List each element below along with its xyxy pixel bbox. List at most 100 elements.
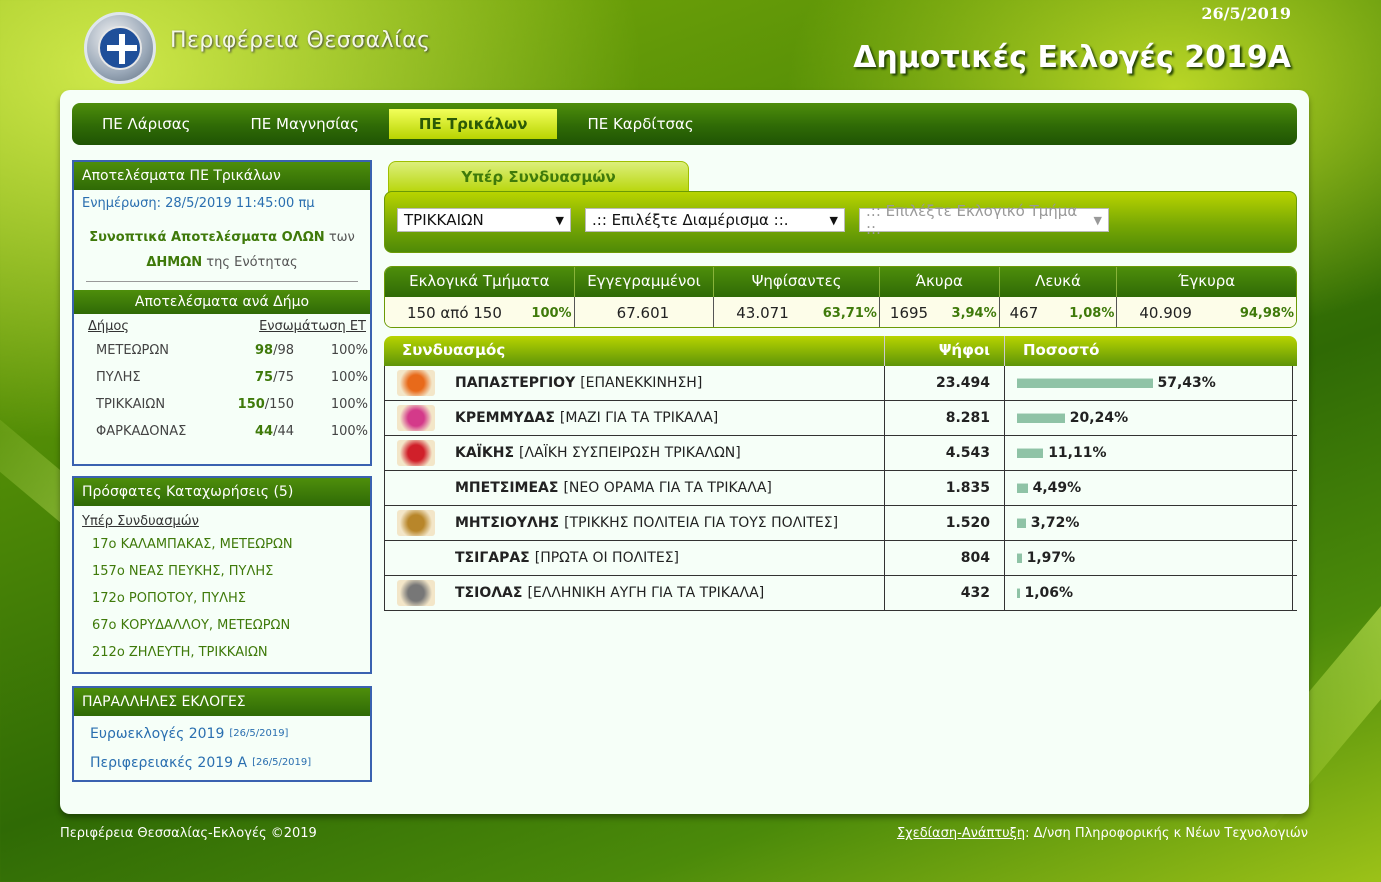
chevron-down-icon: ▼ [829, 213, 838, 227]
results-table: Συνδυασμός Ψήφοι Ποσοστό ΠΑΠΑΣΤΕΡΓΙΟΥ [Ε… [384, 336, 1297, 611]
candidate-party: [ΕΛΛΗΝΙΚΗ ΑΥΓΗ ΓΙΑ ΤΑ ΤΡΙΚΑΛΑ] [527, 585, 765, 601]
stats-cell: 1695 3,94% [880, 297, 1000, 327]
recent-entries-title: Πρόσφατες Καταχωρήσεις (5) [74, 478, 370, 506]
candidate-votes: 804 [885, 541, 1005, 575]
stats-value: 67.601 [616, 304, 670, 322]
district-select[interactable]: .:: Επιλέξτε Διαμέρισμα ::. ▼ [585, 208, 845, 232]
candidate-pct-cell: 20,24% [1005, 401, 1293, 435]
count-total: /98 [273, 343, 294, 358]
result-row[interactable]: ΤΣΙΓΑΡΑΣ [ΠΡΩΤΑ ΟΙ ΠΟΛΙΤΕΣ] 804 1,97% [384, 541, 1297, 576]
region-nav: ΠΕ Λάρισας ΠΕ Μαγνησίας ΠΕ Τρικάλων ΠΕ Κ… [72, 103, 1297, 145]
stats-cell: 467 1,08% [1000, 297, 1118, 327]
municipality-count: 98/98 [214, 343, 294, 358]
municipality-pct: 100% [330, 397, 368, 412]
candidate-surname: ΜΠΕΤΣΙΜΕΑΣ [455, 480, 559, 496]
municipality-list: ΜΕΤΕΩΡΩΝ 98/98 100% ΠΥΛΗΣ 75/75 100% ΤΡΙΚΚ… [74, 334, 370, 442]
footer-design-link[interactable]: Σχεδίαση-Ανάπτυξη [897, 826, 1025, 841]
candidate-pct-cell: 57,43% [1005, 366, 1293, 400]
station-select-value: .:: Επιλέξτε Εκλογικό Τμήμα ::. [866, 202, 1078, 238]
summary-bold-1: Συνοπτικά Αποτελέσματα ΟΛΩΝ [89, 230, 325, 245]
candidate-party: [ΜΑΖΙ ΓΙΑ ΤΑ ΤΡΙΚΑΛΑ] [559, 410, 719, 426]
tab-trikala[interactable]: ΠΕ Τρικάλων [388, 109, 558, 139]
result-row[interactable]: ΤΣΙΟΛΑΣ [ΕΛΛΗΝΙΚΗ ΑΥΓΗ ΓΙΑ ΤΑ ΤΡΙΚΑΛΑ] 4… [384, 576, 1297, 611]
municipality-row[interactable]: ΦΑΡΚΑΔΟΝΑΣ 44/44 100% [74, 415, 370, 442]
parallel-election-label: Περιφερειακές 2019 Α [90, 754, 248, 771]
parallel-elections-box: ΠΑΡΑΛΛΗΛΕΣ ΕΚΛΟΓΕΣ Ευρωεκλογές 2019 [26/5… [72, 686, 372, 782]
result-row[interactable]: ΚΑΪΚΗΣ [ΛΑΪΚΗ ΣΥΣΠΕΙΡΩΣΗ ΤΡΙΚΑΛΩΝ] 4.543… [384, 436, 1297, 471]
tab-magnisia[interactable]: ΠΕ Μαγνησίας [250, 107, 358, 141]
stats-pct: 3,94% [951, 305, 997, 321]
recent-entry[interactable]: 172ο ΡΟΠΟΤΟΥ, ΠΥΛΗΣ [74, 585, 370, 612]
stats-value-row: 150 από 150 100% 67.601 43.071 63,71% 1695 3,9… [385, 297, 1296, 327]
chevron-down-icon: ▼ [555, 213, 564, 227]
tab-larisa[interactable]: ΠΕ Λάρισας [102, 107, 190, 141]
header-date: 26/5/2019 [1201, 4, 1291, 23]
region-logo[interactable] [84, 12, 156, 84]
colorful-logo-icon [397, 405, 435, 431]
parallel-elections-list: Ευρωεκλογές 2019 [26/5/2019] Περιφερειακές… [74, 716, 370, 777]
red-logo-icon [397, 440, 435, 466]
parallel-election-link[interactable]: Ευρωεκλογές 2019 [26/5/2019] [74, 719, 370, 748]
municipality-pct: 100% [330, 343, 368, 358]
cross-emblem-icon [98, 26, 142, 70]
candidate-votes: 1.835 [885, 471, 1005, 505]
stats-cell: 150 από 150 100% [385, 297, 575, 327]
results-header-row: Συνδυασμός Ψήφοι Ποσοστό [384, 336, 1297, 366]
percentage-bar [1017, 588, 1020, 598]
result-row[interactable]: ΠΑΠΑΣΤΕΡΓΙΟΥ [ΕΠΑΝΕΚΚΙΝΗΣΗ] 23.494 57,43… [384, 366, 1297, 401]
tab-combinations[interactable]: Υπέρ Συνδυασμών [388, 161, 689, 195]
stats-header-row: Εκλογικά Τμήματα Εγγεγραμμένοι Ψηφίσαντες Ά… [385, 267, 1296, 297]
result-row[interactable]: ΜΗΤΣΙΟΥΛΗΣ [ΤΡΙΚΚΗΣ ΠΟΛΙΤΕΙΑ ΓΙΑ ΤΟΥΣ ΠΟ… [384, 506, 1297, 541]
municipality-select-value: ΤΡΙΚΚΑΙΩΝ [404, 211, 484, 229]
col-municipality[interactable]: Δήμος [88, 319, 129, 334]
percentage-bar [1017, 378, 1153, 388]
candidate-votes: 432 [885, 576, 1005, 610]
candidate-votes: 4.543 [885, 436, 1005, 470]
update-time: Ενημέρωση: 28/5/2019 11:45:00 πμ [82, 196, 315, 211]
percentage-bar [1017, 448, 1044, 458]
col-combination: Συνδυασμός [384, 336, 885, 366]
col-incorporation[interactable]: Ενσωμάτωση ΕΤ [259, 319, 366, 334]
main-panel: ΠΕ Λάρισας ΠΕ Μαγνησίας ΠΕ Τρικάλων ΠΕ Κ… [60, 90, 1309, 814]
candidate-votes: 1.520 [885, 506, 1005, 540]
candidate-votes: 8.281 [885, 401, 1005, 435]
stats-header: Λευκά [1000, 267, 1118, 297]
stats-cell: 67.601 [575, 297, 715, 327]
recent-entry[interactable]: 157ο ΝΕΑΣ ΠΕΥΚΗΣ, ΠΥΛΗΣ [74, 558, 370, 585]
stats-header: Έγκυρα [1178, 272, 1236, 290]
filter-bar: ΤΡΙΚΚΑΙΩΝ ▼ .:: Επιλέξτε Διαμέρισμα ::. … [384, 191, 1297, 253]
candidate-pct: 57,43% [1157, 375, 1216, 391]
divider [86, 281, 358, 282]
footer-credits: Σχεδίαση-Ανάπτυξη: Δ/νση Πληροφορικής κ … [897, 826, 1308, 841]
stats-pct: 94,98% [1239, 305, 1294, 321]
tab-karditsa[interactable]: ΠΕ Καρδίτσας [587, 107, 693, 141]
stats-value: 43.071 [736, 304, 789, 322]
municipality-row[interactable]: ΠΥΛΗΣ 75/75 100% [74, 361, 370, 388]
stats-header: Άκυρα [880, 267, 1000, 297]
municipality-select[interactable]: ΤΡΙΚΚΑΙΩΝ ▼ [397, 208, 571, 232]
percentage-bar [1017, 413, 1065, 423]
recent-entry[interactable]: 212ο ΖΗΛΕΥΤΗ, ΤΡΙΚΚΑΙΩΝ [74, 639, 370, 666]
summary-bold-2: ΔΗΜΩΝ [146, 255, 203, 270]
candidate-surname: ΤΣΙΓΑΡΑΣ [455, 550, 530, 566]
municipality-count: 75/75 [214, 370, 294, 385]
col-votes: Ψήφοι [885, 336, 1005, 366]
recent-entries-link[interactable]: Υπέρ Συνδυασμών [74, 506, 370, 531]
stats-header: Εγγεγραμμένοι [575, 267, 715, 297]
candidate-pct-cell: 1,06% [1005, 576, 1293, 610]
gold-logo-icon [397, 510, 435, 536]
municipality-name: ΜΕΤΕΩΡΩΝ [96, 343, 170, 358]
municipality-row[interactable]: ΤΡΙΚΚΑΙΩΝ 150/150 100% [74, 388, 370, 415]
recent-entry[interactable]: 67ο ΚΟΡΥΔΑΛΛΟΥ, ΜΕΤΕΩΡΩΝ [74, 612, 370, 639]
parallel-election-link[interactable]: Περιφερειακές 2019 Α [26/5/2019] [74, 748, 370, 777]
summary-link[interactable]: Συνοπτικά Αποτελέσματα ΟΛΩΝ των ΔΗΜΩΝ τη… [74, 211, 370, 281]
station-select[interactable]: .:: Επιλέξτε Εκλογικό Τμήμα ::. ▼ [859, 202, 1109, 238]
candidate-pct: 3,72% [1030, 515, 1080, 531]
municipality-row[interactable]: ΜΕΤΕΩΡΩΝ 98/98 100% [74, 334, 370, 361]
result-row[interactable]: ΜΠΕΤΣΙΜΕΑΣ [ΝΕΟ ΟΡΑΜΑ ΓΙΑ ΤΑ ΤΡΙΚΑΛΑ] 1.… [384, 471, 1297, 506]
result-row[interactable]: ΚΡΕΜΜΥΔΑΣ [ΜΑΖΙ ΓΙΑ ΤΑ ΤΡΙΚΑΛΑ] 8.281 20… [384, 401, 1297, 436]
candidate-votes: 23.494 [885, 366, 1005, 400]
region-name: Περιφέρεια Θεσσαλίας [170, 28, 431, 53]
count-done: 98 [254, 343, 274, 358]
recent-entry[interactable]: 17ο ΚΑΛΑΜΠΑΚΑΣ, ΜΕΤΕΩΡΩΝ [74, 531, 370, 558]
